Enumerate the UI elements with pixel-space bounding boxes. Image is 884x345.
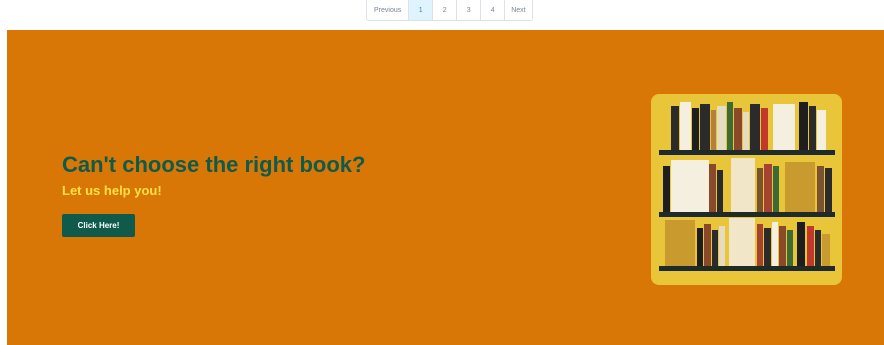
pagination-next[interactable]: Next xyxy=(504,0,532,20)
bookshelf-illustration xyxy=(651,94,842,285)
hero-subheadline: Let us help you! xyxy=(62,183,162,198)
pagination-previous[interactable]: Previous xyxy=(367,0,409,20)
shelf-board-top xyxy=(659,150,835,155)
pagination: Previous 1 2 3 4 Next xyxy=(366,0,533,21)
shelf-board-middle xyxy=(659,212,835,217)
hero-banner: Can't choose the right book? Let us help… xyxy=(7,30,884,345)
pagination-page-2[interactable]: 2 xyxy=(432,0,457,20)
pagination-page-4[interactable]: 4 xyxy=(480,0,505,20)
pagination-page-3[interactable]: 3 xyxy=(456,0,481,20)
hero-headline: Can't choose the right book? xyxy=(62,152,366,177)
books-middle-row xyxy=(663,158,832,212)
pagination-page-1[interactable]: 1 xyxy=(408,0,433,20)
shelf-board-bottom xyxy=(659,266,835,271)
click-here-button[interactable]: Click Here! xyxy=(62,214,135,237)
